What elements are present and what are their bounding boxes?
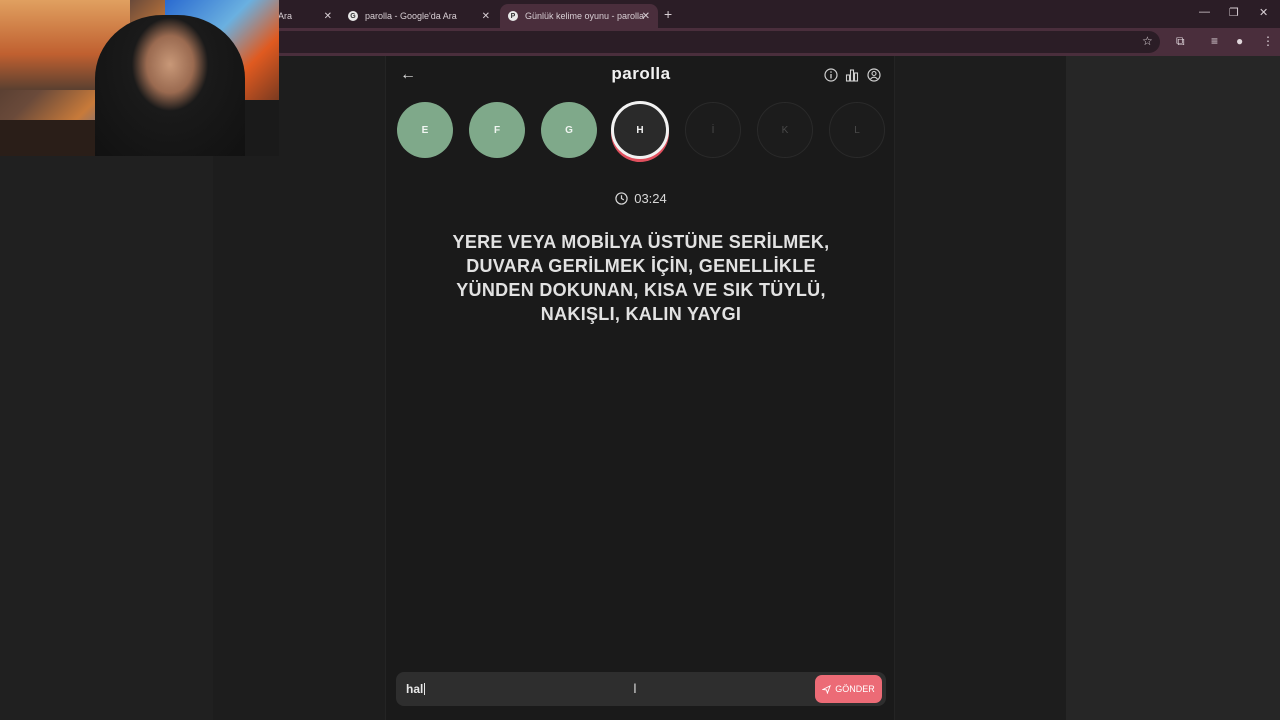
question-text: YERE VEYA MOBİLYA ÜSTÜNE SERİLMEK, DUVAR… (452, 232, 830, 324)
letter-circle-done: F (469, 102, 525, 158)
send-label: GÖNDER (835, 684, 875, 694)
minimize-icon[interactable]: — (1199, 6, 1210, 18)
google-icon: G (348, 11, 358, 21)
parolla-app: ← parolla E F G H İ K L 03:24 YERE VEYA … (385, 56, 895, 720)
close-window-icon[interactable]: ✕ (1259, 6, 1268, 19)
close-tab-icon[interactable]: ✕ (324, 11, 332, 22)
letter-circle-future: K (757, 102, 813, 158)
tab-label: Günlük kelime oyunu - parolla (525, 11, 645, 21)
letter-circle-done: E (397, 102, 453, 158)
timer: 03:24 (386, 191, 896, 206)
omnibox[interactable] (270, 31, 1160, 53)
webcam-person (95, 15, 245, 156)
close-tab-icon[interactable]: ✕ (482, 11, 490, 22)
browser-tab-active[interactable]: P Günlük kelime oyunu - parolla ✕ (500, 4, 658, 28)
info-icon[interactable] (824, 68, 838, 82)
letter-circle-future: L (829, 102, 885, 158)
app-title: parolla (611, 64, 671, 83)
webcam-overlay (0, 0, 279, 156)
user-icon[interactable] (867, 68, 881, 82)
page-background-left (0, 156, 213, 720)
send-button[interactable]: GÖNDER (815, 675, 882, 703)
media-icon[interactable]: ≡ (1211, 34, 1218, 48)
letter-progress: E F G H İ K L (396, 101, 886, 162)
app-header: ← parolla (386, 56, 896, 96)
text-cursor-icon: I (633, 680, 637, 696)
letter-circle-current: H (611, 101, 669, 159)
menu-icon[interactable]: ⋮ (1262, 34, 1274, 48)
parolla-favicon-icon: P (508, 11, 518, 21)
new-tab-icon[interactable]: + (664, 6, 672, 22)
clock-icon (615, 192, 628, 205)
tab-label: Ara (278, 11, 293, 21)
stats-icon[interactable] (845, 68, 859, 82)
answer-value: hal (406, 682, 424, 696)
letter-circle-done: G (541, 102, 597, 158)
answer-bar: hal I GÖNDER (396, 672, 886, 706)
text-caret (424, 683, 426, 695)
page-background-right-inner (895, 56, 1066, 720)
timer-value: 03:24 (634, 191, 667, 206)
browser-tab[interactable]: G parolla - Google'da Ara ✕ (340, 4, 498, 28)
restore-icon[interactable]: ❐ (1229, 6, 1239, 19)
star-icon[interactable]: ☆ (1142, 34, 1153, 48)
page-background-right (1066, 56, 1280, 720)
tab-label: parolla - Google'da Ara (365, 11, 457, 21)
profile-icon[interactable]: ● (1236, 34, 1243, 48)
answer-input[interactable]: hal (406, 682, 426, 696)
letter-circle-future: İ (685, 102, 741, 158)
send-icon (822, 684, 832, 694)
extensions-icon[interactable]: ⧉ (1176, 34, 1185, 49)
close-tab-icon[interactable]: ✕ (642, 11, 650, 22)
browser-tab[interactable]: Ara ✕ (270, 4, 340, 28)
